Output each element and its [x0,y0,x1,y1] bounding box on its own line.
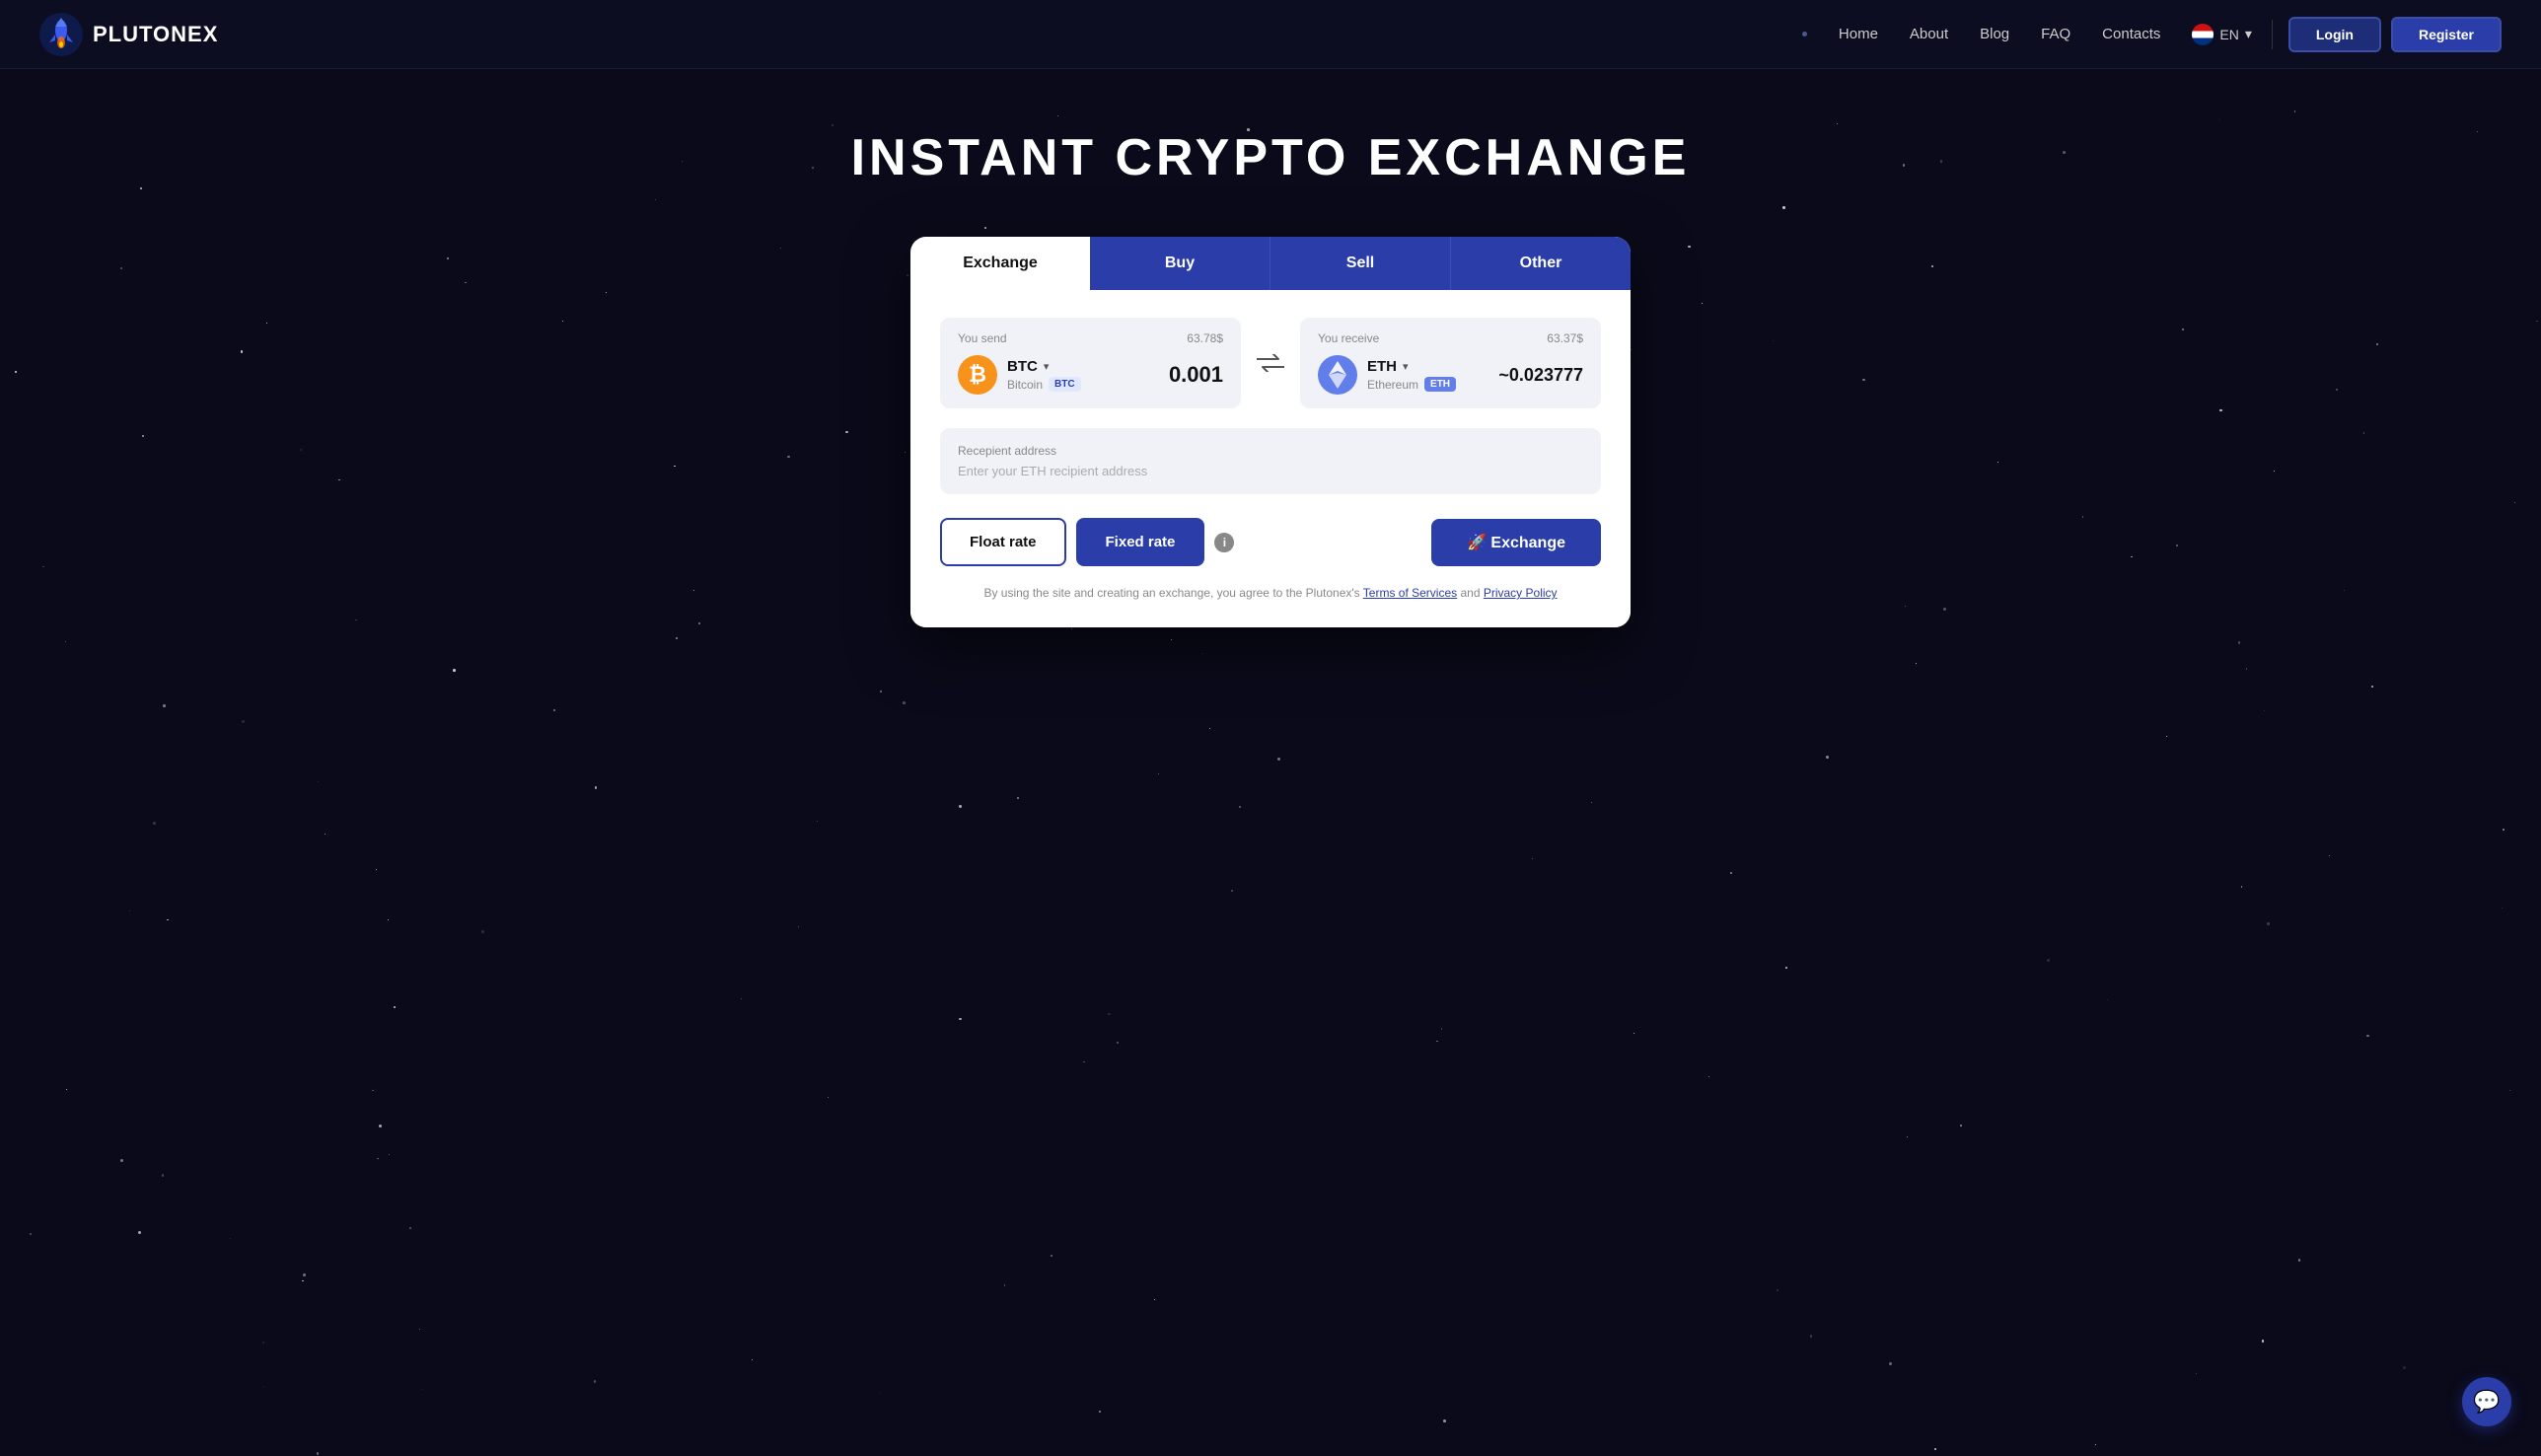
receive-currency-info: ETH ▾ Ethereum ETH ~0.023777 [1318,355,1583,395]
fixed-rate-button[interactable]: Fixed rate [1076,518,1205,566]
you-receive-box: You receive 63.37$ [1300,318,1601,408]
receive-chevron-icon[interactable]: ▾ [1403,360,1409,373]
receive-coin-details: ETH ▾ Ethereum ETH [1367,358,1456,392]
nav-dot [1802,32,1807,36]
logo-icon [39,13,83,56]
flag-icon [2192,24,2214,45]
chat-icon: 💬 [2473,1389,2500,1415]
nav-divider [2272,20,2273,49]
receive-usd: 63.37$ [1547,331,1583,345]
you-send-box: You send 63.78$ ₿ BTC ▾ [940,318,1241,408]
receive-coin-fullname: Ethereum [1367,378,1418,392]
logo-area: PLUTONEX [39,13,218,56]
receive-coin-name-row: ETH ▾ [1367,358,1456,375]
eth-icon [1318,355,1357,395]
send-coin-ticker: BTC [1007,358,1038,375]
language-button[interactable]: EN ▾ [2192,24,2251,45]
send-coin-name-row: BTC ▾ [1007,358,1081,375]
send-usd: 63.78$ [1187,331,1223,345]
send-label-row: You send 63.78$ [958,331,1223,345]
send-coin-fullname: Bitcoin [1007,378,1043,392]
terms-text: By using the site and creating an exchan… [983,586,1362,600]
register-button[interactable]: Register [2391,17,2502,52]
chat-button[interactable]: 💬 [2462,1377,2511,1426]
login-button[interactable]: Login [2288,17,2381,52]
tab-sell[interactable]: Sell [1270,237,1450,290]
terms-row: By using the site and creating an exchan… [940,586,1601,600]
main-content: INSTANT CRYPTO EXCHANGE Exchange Buy Sel… [0,69,2541,627]
receive-coin-full-row: Ethereum ETH [1367,377,1456,392]
terms-and: and [1460,586,1483,600]
send-amount[interactable]: 0.001 [1169,362,1223,388]
address-label: Recepient address [958,444,1583,458]
nav-link-contacts[interactable]: Contacts [2102,26,2160,42]
tab-buy[interactable]: Buy [1090,237,1270,290]
rate-row: Float rate Fixed rate i 🚀 Exchange [940,518,1601,566]
privacy-policy-link[interactable]: Privacy Policy [1484,586,1558,600]
nav-link-home[interactable]: Home [1839,26,1878,42]
receive-amount: ~0.023777 [1498,365,1583,386]
swap-icon[interactable] [1253,345,1288,381]
card-body: You send 63.78$ ₿ BTC ▾ [910,290,1631,627]
receive-coin-ticker: ETH [1367,358,1397,375]
logo-text: PLUTONEX [93,22,218,47]
float-rate-button[interactable]: Float rate [940,518,1066,566]
receive-label-row: You receive 63.37$ [1318,331,1583,345]
send-label: You send [958,331,1007,345]
tab-exchange[interactable]: Exchange [910,237,1090,290]
chevron-down-icon: ▾ [2245,26,2252,42]
btc-icon: ₿ [958,355,997,395]
receive-coin-badge: ETH [1424,377,1456,392]
info-icon[interactable]: i [1214,533,1234,552]
nav-link-about[interactable]: About [1910,26,1948,42]
send-coin-details: BTC ▾ Bitcoin BTC [1007,358,1081,392]
nav-link-blog[interactable]: Blog [1980,26,2009,42]
send-currency-left: ₿ BTC ▾ Bitcoin BTC [958,355,1081,395]
tabs-row: Exchange Buy Sell Other [910,237,1631,290]
send-coin-full-row: Bitcoin BTC [1007,377,1081,392]
receive-currency-left: ETH ▾ Ethereum ETH [1318,355,1456,395]
address-placeholder: Enter your ETH recipient address [958,464,1583,478]
receive-label: You receive [1318,331,1379,345]
nav-links: Home About Blog FAQ Contacts [1802,26,2160,42]
lang-label: EN [2219,27,2238,42]
terms-of-services-link[interactable]: Terms of Services [1363,586,1457,600]
send-coin-badge: BTC [1049,377,1081,392]
navbar: PLUTONEX Home About Blog FAQ Contacts EN… [0,0,2541,69]
send-chevron-icon[interactable]: ▾ [1044,360,1050,373]
exchange-card: Exchange Buy Sell Other You send 63.78$ … [910,237,1631,627]
nav-link-faq[interactable]: FAQ [2041,26,2070,42]
hero-title: INSTANT CRYPTO EXCHANGE [851,128,1691,187]
recipient-address-box[interactable]: Recepient address Enter your ETH recipie… [940,428,1601,494]
exchange-button[interactable]: 🚀 Exchange [1431,519,1601,566]
exchange-row: You send 63.78$ ₿ BTC ▾ [940,318,1601,408]
tab-other[interactable]: Other [1450,237,1631,290]
send-currency-info: ₿ BTC ▾ Bitcoin BTC [958,355,1223,395]
